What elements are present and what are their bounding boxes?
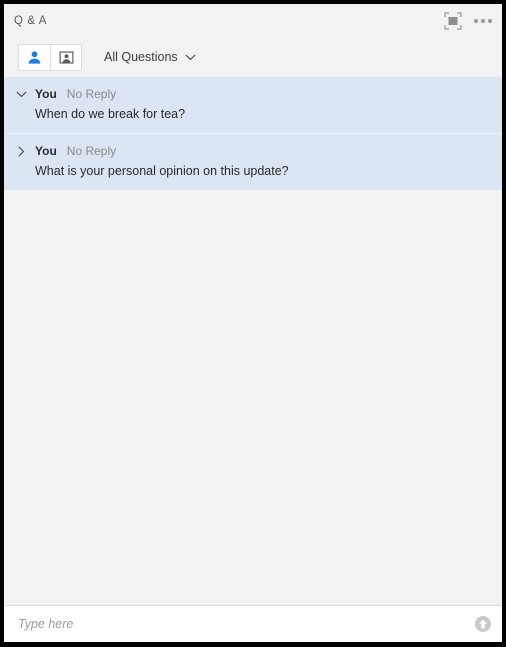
composer-bar <box>4 605 502 642</box>
titlebar-actions <box>442 10 494 32</box>
popout-expand-icon-svg <box>444 11 462 30</box>
send-up-arrow-icon-svg <box>475 616 491 632</box>
question-author: You <box>35 87 57 101</box>
attendee-person-button[interactable] <box>19 44 50 70</box>
question-filter-label: All Questions <box>104 50 178 64</box>
popout-expand-icon[interactable] <box>442 10 464 32</box>
question-text: What is your personal opinion on this up… <box>35 164 289 178</box>
titlebar: Q & A <box>4 4 502 37</box>
question-status-badge: No Reply <box>66 87 117 101</box>
question-row[interactable]: You No Reply What is your personal opini… <box>4 133 502 190</box>
chevron-right-icon-svg <box>18 146 24 156</box>
more-dot <box>474 18 478 23</box>
send-up-arrow-icon[interactable] <box>473 614 493 634</box>
chevron-down-icon <box>185 54 196 60</box>
audience-toggle-group <box>18 43 82 71</box>
more-dot <box>488 18 492 23</box>
question-text: When do we break for tea? <box>35 107 186 121</box>
more-dot <box>481 18 485 23</box>
question-status-badge: No Reply <box>66 144 117 158</box>
question-header: You No Reply <box>14 143 492 159</box>
presenter-person-button[interactable] <box>50 44 81 70</box>
question-filter-dropdown[interactable]: All Questions <box>104 50 196 64</box>
qa-panel-window: Q & A All Questions You No Reply When do… <box>0 0 506 647</box>
question-row[interactable]: You No Reply When do we break for tea? <box>4 77 502 133</box>
question-list[interactable]: You No Reply When do we break for tea? Y… <box>4 77 502 605</box>
more-options-icon[interactable] <box>472 10 494 32</box>
page-title: Q & A <box>14 14 48 27</box>
chevron-right-icon[interactable] <box>14 144 28 158</box>
toolbar: All Questions <box>4 37 502 77</box>
attendee-person-icon <box>28 50 41 64</box>
question-input[interactable] <box>16 616 473 632</box>
chevron-down-icon-svg <box>16 91 26 97</box>
question-header: You No Reply <box>14 86 492 102</box>
chevron-down-icon[interactable] <box>14 87 28 101</box>
question-author: You <box>35 144 57 158</box>
presenter-person-icon <box>59 50 73 64</box>
